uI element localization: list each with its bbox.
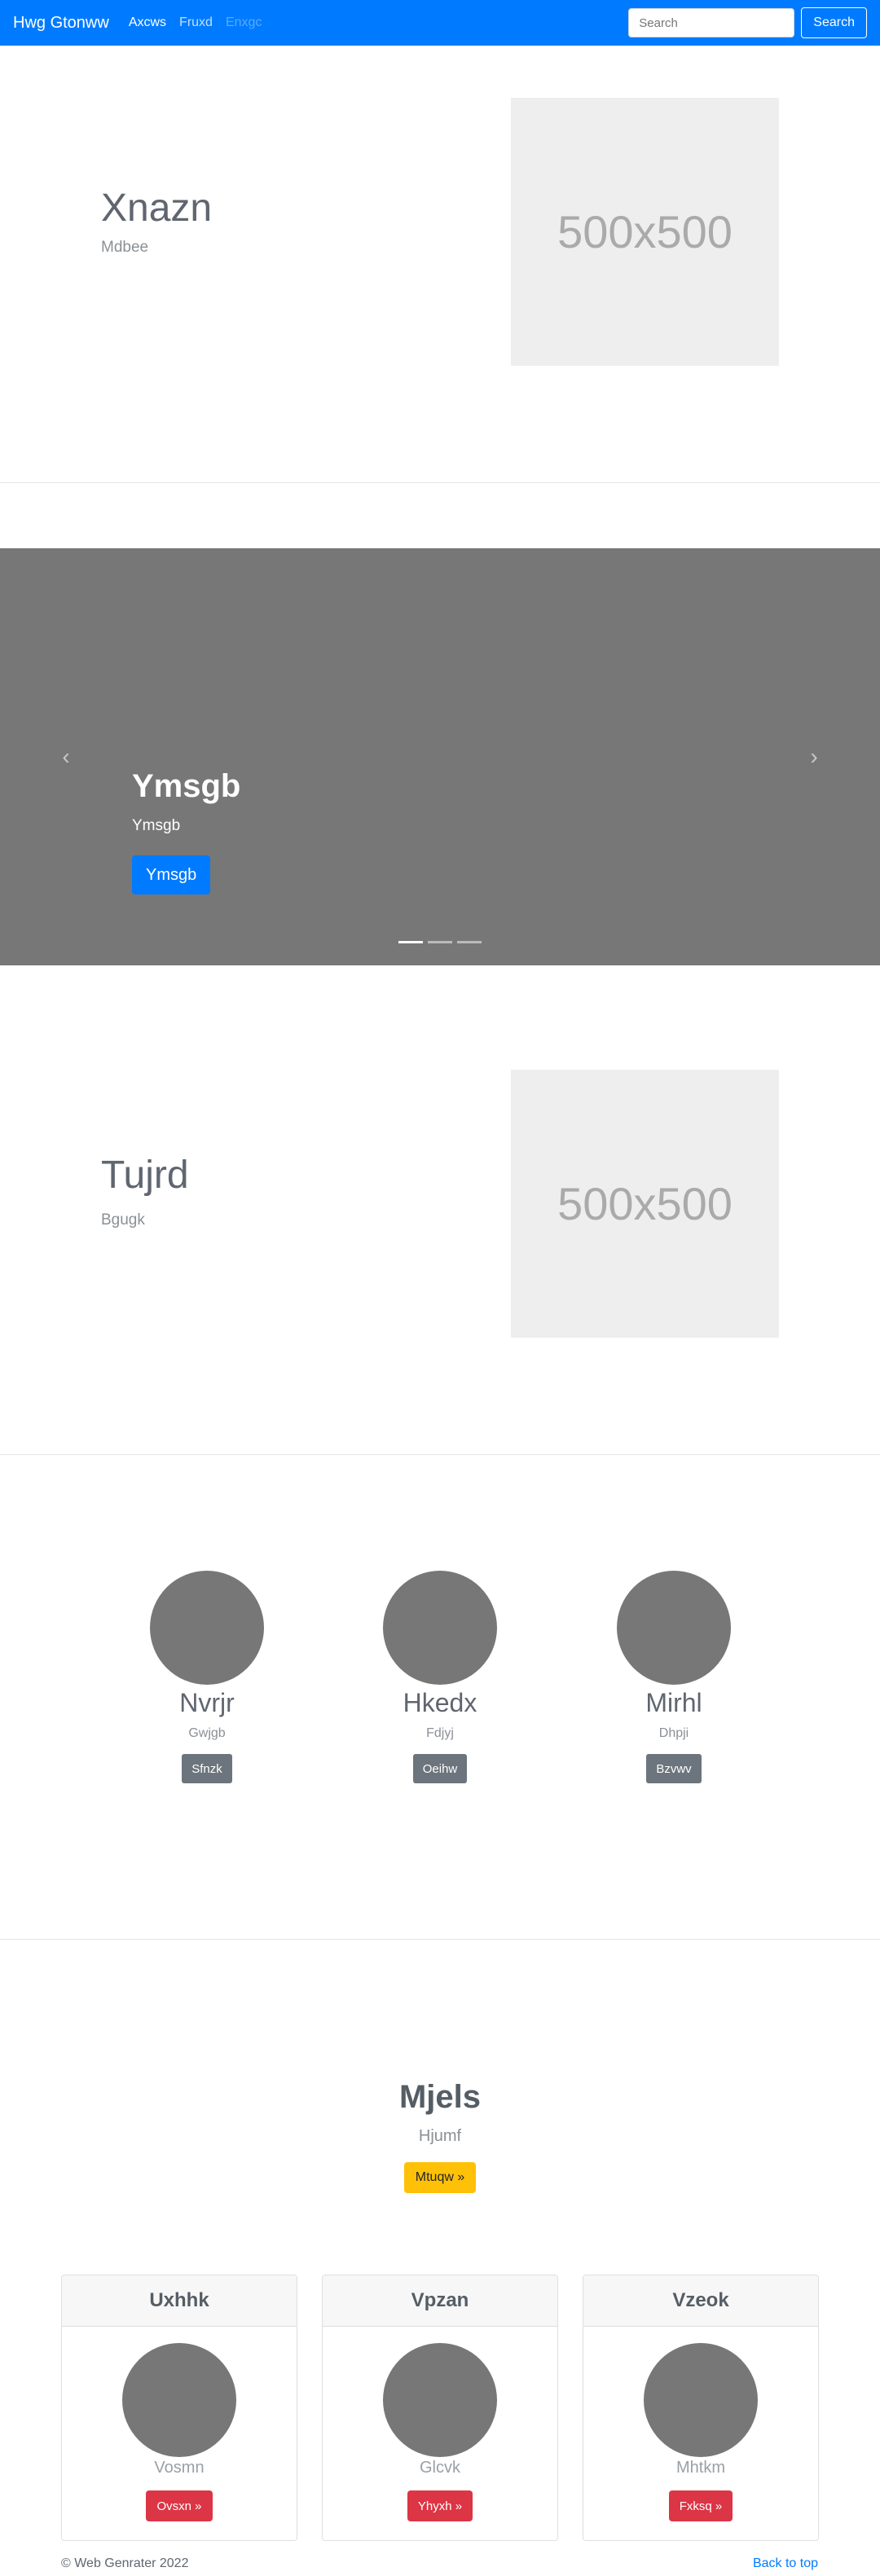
card-text: Mhtkm	[676, 2459, 725, 2477]
marketing-text: Dhpji	[658, 1726, 689, 1740]
card-button[interactable]: Yhyxh »	[407, 2490, 473, 2521]
featurette-2: Tujrd Bgugk 500x500	[0, 965, 880, 1454]
marketing-button[interactable]: Oeihw	[412, 1754, 468, 1783]
placeholder-image-label: 500x500	[557, 1178, 733, 1229]
card-body: Vosmn Ovsxn »	[62, 2327, 297, 2521]
carousel-caption-title: Ymsgb	[132, 768, 241, 804]
marketing-button[interactable]: Sfnzk	[182, 1754, 232, 1783]
nav-link-axcws[interactable]: Axcws	[129, 15, 166, 30]
section-divider	[0, 1939, 880, 1940]
marketing-heading: Nvrjr	[179, 1688, 235, 1717]
featurette-divider	[0, 482, 880, 483]
carousel: ‹ › Ymsgb Ymsgb Ymsgb	[0, 548, 880, 965]
placeholder-image: 500x500	[511, 1070, 779, 1338]
marketing-button[interactable]: Bzvwv	[646, 1754, 702, 1783]
carousel-caption-button[interactable]: Ymsgb	[132, 855, 211, 895]
card-header: Vpzan	[323, 2275, 557, 2327]
featurette-1: Xnazn Mdbee 500x500	[0, 46, 880, 482]
featurette-divider	[0, 1454, 880, 1455]
avatar-placeholder	[617, 1571, 731, 1685]
card: Vzeok Mhtkm Fxksq »	[583, 2275, 819, 2541]
featurette-lead: Mdbee	[101, 239, 149, 256]
card-body: Mhtkm Fxksq »	[583, 2327, 818, 2521]
featurette-lead: Bgugk	[101, 1211, 145, 1229]
card: Vpzan Glcvk Yhyxh »	[322, 2275, 558, 2541]
back-to-top-link[interactable]: Back to top	[753, 2556, 818, 2571]
search-button[interactable]: Search	[801, 7, 867, 38]
hero-subtitle: Hjumf	[418, 2127, 462, 2145]
hero-button[interactable]: Mtuqw »	[403, 2162, 477, 2193]
marketing-column: Hkedx Fdjyj Oeihw	[318, 1571, 562, 1783]
card-button[interactable]: Ovsxn »	[146, 2490, 213, 2521]
card-button[interactable]: Fxksq »	[668, 2490, 733, 2521]
marketing-column: Nvrjr Gwjgb Sfnzk	[85, 1571, 329, 1783]
carousel-indicators	[0, 941, 880, 943]
featurette-heading: Xnazn	[101, 187, 213, 230]
nav-link-fruxd[interactable]: Fruxd	[179, 15, 213, 30]
hero-title: Mjels	[398, 2079, 482, 2115]
marketing-text: Gwjgb	[188, 1726, 226, 1740]
avatar-placeholder	[150, 1571, 264, 1685]
card-image-placeholder	[383, 2343, 497, 2457]
card-text: Glcvk	[420, 2459, 460, 2477]
placeholder-image: 500x500	[511, 98, 779, 366]
carousel-indicator[interactable]	[398, 941, 423, 943]
featurette-heading: Tujrd	[101, 1154, 189, 1197]
navbar: Hwg Gtonww Axcws Fruxd Enxgc Search	[0, 0, 880, 46]
hero-section: Mjels Hjumf Mtuqw »	[0, 2079, 880, 2193]
card-header: Vzeok	[583, 2275, 818, 2327]
card-image-placeholder	[122, 2343, 236, 2457]
marketing-heading: Hkedx	[403, 1688, 477, 1717]
carousel-indicator[interactable]	[428, 941, 452, 943]
placeholder-image-label: 500x500	[557, 206, 733, 257]
footer-copyright: © Web Genrater 2022	[61, 2556, 189, 2570]
avatar-placeholder	[383, 1571, 497, 1685]
carousel-caption-text: Ymsgb	[132, 817, 181, 834]
card: Uxhhk Vosmn Ovsxn »	[61, 2275, 297, 2541]
navbar-brand[interactable]: Hwg Gtonww	[13, 14, 109, 33]
search-input[interactable]	[628, 8, 795, 37]
card-image-placeholder	[644, 2343, 758, 2457]
carousel-next-icon[interactable]: ›	[802, 744, 826, 770]
carousel-prev-icon[interactable]: ‹	[54, 744, 78, 770]
marketing-heading: Mirhl	[645, 1688, 702, 1717]
carousel-indicator[interactable]	[457, 941, 482, 943]
marketing-text: Fdjyj	[426, 1726, 454, 1740]
marketing-column: Mirhl Dhpji Bzvwv	[552, 1571, 796, 1783]
card-text: Vosmn	[154, 2459, 205, 2477]
card-header: Uxhhk	[62, 2275, 297, 2327]
nav-link-enxgc: Enxgc	[225, 15, 262, 29]
card-body: Glcvk Yhyxh »	[323, 2327, 557, 2521]
